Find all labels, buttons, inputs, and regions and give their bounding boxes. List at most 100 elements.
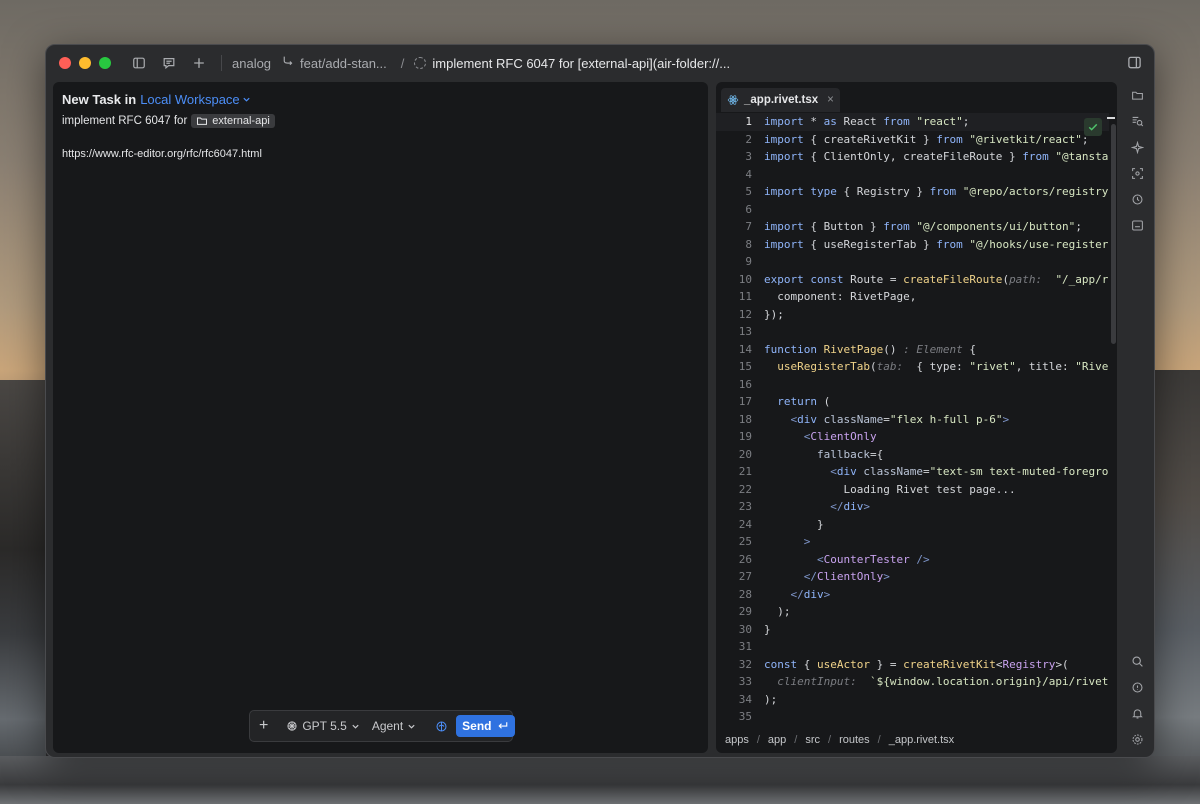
breadcrumb-item[interactable]: app xyxy=(768,734,786,746)
titlebar: analog feat/add-stan... / implement RFC … xyxy=(46,45,1154,81)
right-rail xyxy=(1124,82,1150,753)
line-source: import { useRegisterTab } from "@/hooks/… xyxy=(764,237,1109,251)
code-line[interactable]: 27 </ClientOnly> xyxy=(716,568,1109,586)
breadcrumb-separator: / xyxy=(756,734,760,746)
mode-name: Agent xyxy=(371,719,404,733)
code-line[interactable]: 31 xyxy=(716,638,1109,656)
code-line[interactable]: 1 import * as React from "react"; xyxy=(716,113,1109,131)
bell-icon[interactable] xyxy=(1129,705,1145,721)
breadcrumb-item[interactable]: routes xyxy=(839,734,870,746)
workspace-selector[interactable]: Local Workspace xyxy=(140,92,250,107)
editor-tab[interactable]: _app.rivet.tsx × xyxy=(721,88,840,112)
file-breadcrumb: apps / app / src / routes / _app.rivet.tsx xyxy=(725,731,954,749)
code-line[interactable]: 25 > xyxy=(716,533,1109,551)
minimize-window-button[interactable] xyxy=(79,57,91,69)
code-line[interactable]: 19 <ClientOnly xyxy=(716,428,1109,446)
code-line[interactable]: 15 useRegisterTab(tab: { type: "rivet", … xyxy=(716,358,1109,376)
titlebar-slash: / xyxy=(400,55,405,71)
breadcrumb-item[interactable]: apps xyxy=(725,734,749,746)
code-line[interactable]: 11 component: RivetPage, xyxy=(716,288,1109,306)
chat-icon[interactable] xyxy=(161,55,177,71)
code-line[interactable]: 5 import type { Registry } from "@repo/ac… xyxy=(716,183,1109,201)
breadcrumb-item[interactable]: src xyxy=(805,734,820,746)
breadcrumb-separator: / xyxy=(828,734,832,746)
titlebar-divider xyxy=(221,55,222,71)
project-name[interactable]: analog xyxy=(232,56,271,71)
editor-scrollbar[interactable] xyxy=(1111,124,1116,344)
line-number: 35 xyxy=(738,710,752,723)
line-source: </div> xyxy=(830,500,870,513)
check-icon[interactable] xyxy=(1084,118,1102,136)
editor-tabbar: _app.rivet.tsx × xyxy=(716,82,1117,112)
search-file-icon[interactable] xyxy=(1129,113,1145,129)
line-source: import * as React from "react"; xyxy=(764,115,970,128)
code-line[interactable]: 33 clientInput: `${window.location.origi… xyxy=(716,673,1109,691)
model-selector[interactable]: GPT 5.5 xyxy=(286,719,359,733)
line-number: 19 xyxy=(738,430,752,443)
folder-chip[interactable]: external-api xyxy=(191,114,275,128)
code-line[interactable]: 22 Loading Rivet test page... xyxy=(716,481,1109,499)
plus-icon[interactable] xyxy=(191,55,207,71)
code-line[interactable]: 24 } xyxy=(716,516,1109,534)
zoom-window-button[interactable] xyxy=(99,57,111,69)
app-window: analog feat/add-stan... / implement RFC … xyxy=(45,44,1155,758)
search-icon[interactable] xyxy=(1129,653,1145,669)
breadcrumb-item[interactable]: _app.rivet.tsx xyxy=(889,734,954,746)
code-line[interactable]: 28 </div> xyxy=(716,586,1109,604)
task-prompt: implement RFC 6047 for external-api xyxy=(62,114,275,128)
sparkle-icon[interactable] xyxy=(1129,139,1145,155)
code-line[interactable]: 16 xyxy=(716,376,1109,394)
sidebar-icon[interactable] xyxy=(131,55,147,71)
code-line[interactable]: 8 import { useRegisterTab } from "@/hooks… xyxy=(716,236,1109,254)
composer-toolbar: + GPT 5.5 Agent Send xyxy=(249,710,515,742)
code-line[interactable]: 17 return ( xyxy=(716,393,1109,411)
code-line[interactable]: 26 <CounterTester /> xyxy=(716,551,1109,569)
line-number: 24 xyxy=(738,517,752,531)
line-source: <div className="text-sm text-muted-foreg… xyxy=(830,465,1109,478)
code-line[interactable]: 30} xyxy=(716,621,1109,639)
line-source: import type { Registry } from "@repo/act… xyxy=(764,185,1109,198)
line-number: 18 xyxy=(738,412,752,426)
branch-selector[interactable]: feat/add-stan... xyxy=(281,55,387,71)
terminal-icon[interactable] xyxy=(1129,217,1145,233)
screenshot-icon[interactable] xyxy=(1129,165,1145,181)
code-line[interactable]: 10 export const Route = createFileRoute(p… xyxy=(716,271,1109,289)
code-line[interactable]: 29 ); xyxy=(716,603,1109,621)
line-number: 4 xyxy=(745,167,752,181)
code-line[interactable]: 35 xyxy=(716,708,1109,726)
comment-icon[interactable] xyxy=(1129,679,1145,695)
line-source: Loading Rivet test page... xyxy=(764,482,1016,496)
code-line[interactable]: 12}); xyxy=(716,306,1109,324)
folder-icon[interactable] xyxy=(1129,87,1145,103)
code-line[interactable]: 2 import { createRivetKit } from "@rivetk… xyxy=(716,131,1109,149)
send-button[interactable]: Send xyxy=(456,715,515,737)
close-tab-icon[interactable]: × xyxy=(827,94,834,106)
code-line[interactable]: 18 <div className="flex h-full p-6"> xyxy=(716,411,1109,429)
code-line[interactable]: 3 import { ClientOnly, createFileRoute } … xyxy=(716,148,1109,166)
code-line[interactable]: 14 function RivetPage() : Element { xyxy=(716,341,1109,359)
background-sea xyxy=(0,756,1200,804)
code-line[interactable]: 34); xyxy=(716,691,1109,709)
code-line[interactable]: 13 xyxy=(716,323,1109,341)
code-line[interactable]: 4 xyxy=(716,166,1109,184)
code-line[interactable]: 20 fallback={ xyxy=(716,446,1109,464)
task-panel: New Task in Local Workspace implement RF… xyxy=(53,82,708,753)
settings-icon[interactable] xyxy=(1129,731,1145,747)
history-icon[interactable] xyxy=(1129,191,1145,207)
add-attachment-button[interactable]: + xyxy=(259,717,268,735)
code-line[interactable]: 32 const { useActor } = createRivetKit<Re… xyxy=(716,656,1109,674)
line-source: return ( xyxy=(777,395,831,408)
line-number: 6 xyxy=(745,202,752,216)
line-number: 12 xyxy=(738,307,752,321)
reasoning-toggle-icon[interactable] xyxy=(435,720,448,733)
code-line[interactable]: 21 <div className="text-sm text-muted-fo… xyxy=(716,463,1109,481)
send-label: Send xyxy=(462,719,492,733)
code-line[interactable]: 23 </div> xyxy=(716,498,1109,516)
code-line[interactable]: 7 import { Button } from "@/components/ui… xyxy=(716,218,1109,236)
close-window-button[interactable] xyxy=(59,57,71,69)
code-area[interactable]: 1 import * as React from "react"; 2 import … xyxy=(716,113,1109,726)
code-line[interactable]: 9 xyxy=(716,253,1109,271)
mode-selector[interactable]: Agent xyxy=(372,719,416,733)
panel-right-icon[interactable] xyxy=(1127,55,1142,73)
code-line[interactable]: 6 xyxy=(716,201,1109,219)
